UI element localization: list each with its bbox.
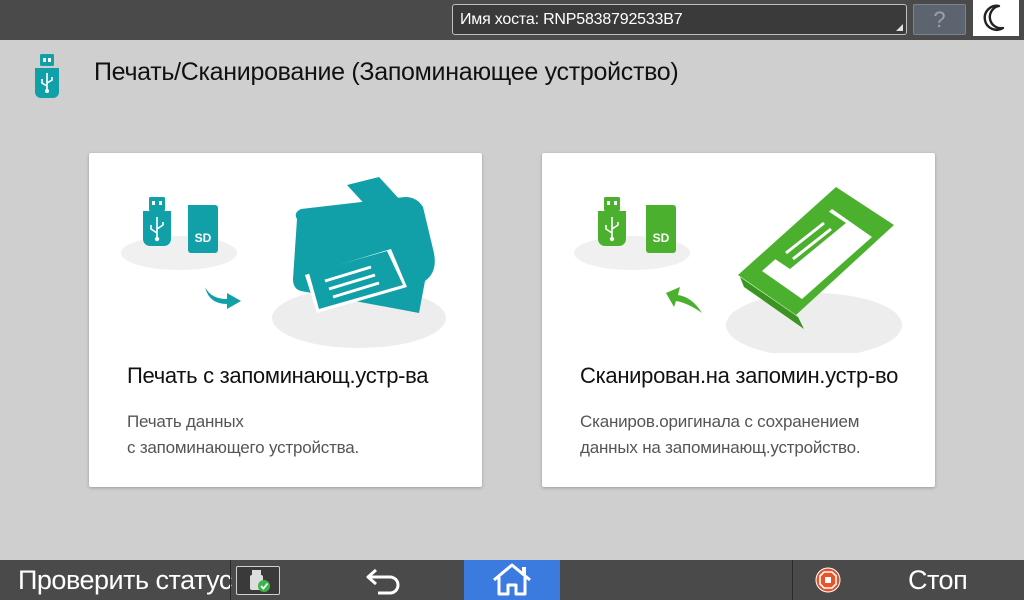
back-arrow-icon [366,568,400,595]
sd-card-icon: SD [646,205,676,253]
dropdown-corner-icon [896,24,903,31]
moon-icon [983,4,1005,31]
sd-card-label: SD [195,231,212,245]
check-status-button[interactable]: Проверить статус [0,560,232,600]
arrow-up-left-icon [666,287,702,313]
scan-card-description: Сканиров.оригинала с сохранением данных … [580,409,861,461]
print-card-title: Печать с запоминающ.устр-ва [127,363,429,388]
sd-card-label: SD [653,231,670,245]
device-status-indicator[interactable] [236,566,280,595]
print-illustration: SD [121,177,446,348]
printer-icon [293,177,435,313]
host-name-label: Имя хоста: RNP5838792533B7 [460,11,683,28]
home-button[interactable] [464,560,560,600]
usb-stick-icon [598,197,626,246]
usb-status-check-icon [250,570,270,592]
host-name-field[interactable]: Имя хоста: RNP5838792533B7 [452,4,907,35]
sd-card-icon: SD [188,205,218,253]
energy-saver-button[interactable] [973,0,1019,36]
home-icon [493,563,531,596]
usb-stick-icon [35,54,59,98]
print-from-storage-card[interactable]: SD Печать с запоминающ.устр-ва Печать да… [89,153,482,487]
print-desc-line: Печать данных [127,412,244,431]
scan-desc-line: Сканиров.оригинала с сохранением [580,412,860,431]
scan-illustration: SD [574,187,902,353]
print-card-description: Печать данных с запоминающего устройства… [127,409,359,461]
page-title: Печать/Сканирование (Запоминающее устрой… [94,58,679,86]
scan-to-storage-card[interactable]: SD Сканирован.на запомин.устр-во Сканиро… [542,153,935,487]
top-bar: Имя хоста: RNP5838792533B7 ? [0,0,1024,40]
usb-stick-icon [143,197,171,246]
help-icon: ? [933,7,946,32]
bottom-bar: Проверить статус Стоп [0,560,1024,600]
scan-desc-line: данных на запоминающ.устройство. [580,438,861,457]
help-button[interactable]: ? [913,4,966,35]
print-desc-line: с запоминающего устройства. [127,438,360,457]
stop-icon [815,567,841,593]
arrow-right-icon [205,287,241,309]
scan-card-title: Сканирован.на запомин.устр-во [580,363,899,388]
bar-divider [230,560,231,600]
back-button[interactable] [362,564,406,596]
